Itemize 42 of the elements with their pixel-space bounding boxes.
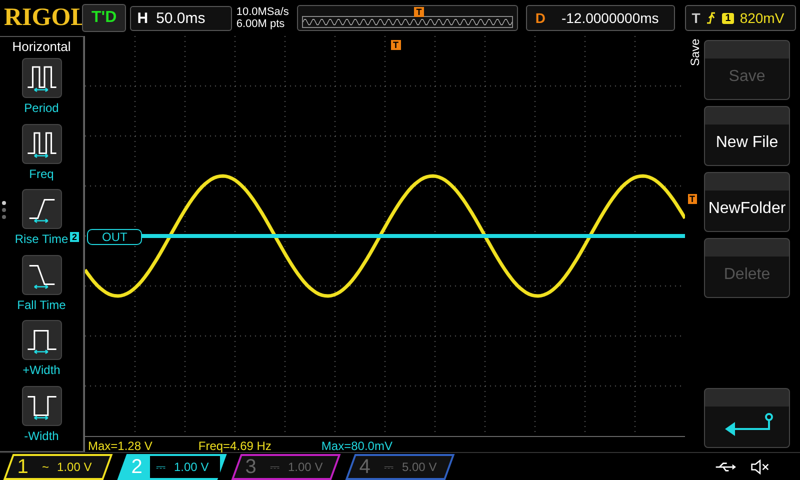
rising-edge-icon xyxy=(706,11,716,25)
measure-button[interactable] xyxy=(22,124,62,164)
run-status: T'D xyxy=(82,4,126,32)
measurement-reading: Freq=4.69 Hz xyxy=(198,439,272,453)
trigger-label: T xyxy=(692,10,700,26)
sample-rate: 10.0MSa/s xyxy=(236,6,290,18)
menu-button[interactable]: New File xyxy=(704,106,790,166)
measure-label: +Width xyxy=(22,363,60,377)
channel-tab[interactable]: 2 ⎓ 1.00 V xyxy=(117,454,227,480)
memory-depth: 6.00M pts xyxy=(236,18,286,30)
measure-label: Freq xyxy=(29,166,54,180)
measure-button[interactable] xyxy=(22,254,62,294)
measurement-reading: Max=80.0mV xyxy=(321,439,392,453)
measure-button[interactable] xyxy=(22,320,62,360)
speaker-muted-icon xyxy=(750,458,770,476)
trigger-position-marker: T xyxy=(414,7,424,17)
delay-label: D xyxy=(535,10,546,26)
menu-title: Save xyxy=(687,38,703,68)
measure-button[interactable] xyxy=(22,58,62,98)
measure-label: Period xyxy=(24,101,59,115)
measure-label: Rise Time xyxy=(14,232,68,246)
trigger-position-marker: T xyxy=(391,40,400,50)
measure-button[interactable] xyxy=(22,189,62,229)
channel-tab[interactable]: 1 ~ 1.00 V xyxy=(3,454,113,480)
channel-label: OUT xyxy=(87,229,142,245)
usb-icon xyxy=(714,460,736,472)
channel-marker: 2 xyxy=(70,232,80,242)
trigger-level: 820mV xyxy=(740,10,784,26)
measure-label: Fall Time xyxy=(17,298,66,312)
trigger-level-marker: T xyxy=(688,194,697,204)
delay-value: -12.0000000ms xyxy=(561,10,659,26)
trigger-source: 1 xyxy=(722,12,734,24)
measure-button[interactable] xyxy=(22,386,62,426)
menu-title: Horizontal xyxy=(12,39,71,54)
page-indicator-icon xyxy=(2,201,6,219)
menu-button[interactable]: NewFolder xyxy=(704,172,790,232)
back-button[interactable] xyxy=(704,388,790,448)
timebase-label: H xyxy=(137,10,148,26)
measure-label: -Width xyxy=(24,428,59,442)
measurement-reading: Max=1.28 V xyxy=(88,439,152,453)
waveform-overview-icon xyxy=(302,16,514,28)
timebase-value: 50.0ms xyxy=(156,10,206,26)
